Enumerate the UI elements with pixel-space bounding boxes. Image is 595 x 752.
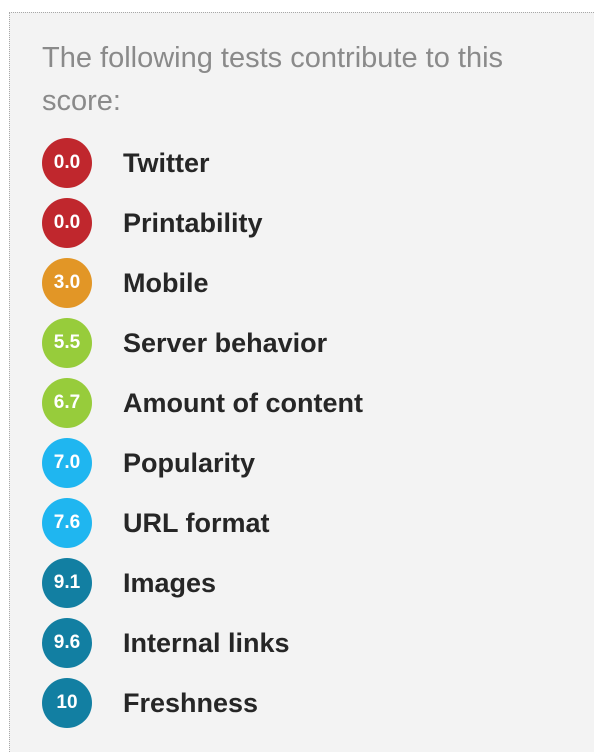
test-item: 3.0 Mobile bbox=[42, 253, 363, 313]
score-badge: 9.6 bbox=[42, 618, 92, 668]
score-badge: 0.0 bbox=[42, 138, 92, 188]
test-label: Popularity bbox=[123, 447, 256, 478]
test-label: Images bbox=[123, 567, 217, 598]
test-label: Printability bbox=[123, 207, 263, 238]
test-label: Mobile bbox=[123, 267, 209, 298]
score-badge: 9.1 bbox=[42, 558, 92, 608]
test-item: 6.7 Amount of content bbox=[42, 373, 363, 433]
score-breakdown-panel: The following tests contribute to this s… bbox=[9, 12, 594, 752]
test-item: 5.5 Server behavior bbox=[42, 313, 363, 373]
score-badge: 0.0 bbox=[42, 198, 92, 248]
test-item: 10 Freshness bbox=[42, 673, 363, 733]
test-label: Internal links bbox=[123, 627, 290, 658]
test-item: 9.6 Internal links bbox=[42, 613, 363, 673]
test-item: 7.6 URL format bbox=[42, 493, 363, 553]
test-item: 9.1 Images bbox=[42, 553, 363, 613]
test-label: Server behavior bbox=[123, 327, 328, 358]
test-label: Freshness bbox=[123, 687, 259, 718]
score-badge: 7.0 bbox=[42, 438, 92, 488]
test-label: Amount of content bbox=[123, 387, 363, 418]
score-badge: 6.7 bbox=[42, 378, 92, 428]
score-badge: 5.5 bbox=[42, 318, 92, 368]
test-list: 0.0 Twitter 0.0 Printability 3.0 Mobile 5.5 Ser… bbox=[42, 133, 363, 733]
test-item: 7.0 Popularity bbox=[42, 433, 363, 493]
test-item: 0.0 Twitter bbox=[42, 133, 363, 193]
score-badge: 7.6 bbox=[42, 498, 92, 548]
intro-text: The following tests contribute to this s… bbox=[42, 42, 504, 117]
test-label: URL format bbox=[123, 507, 270, 538]
score-badge: 3.0 bbox=[42, 258, 92, 308]
score-badge: 10 bbox=[42, 678, 92, 728]
test-label: Twitter bbox=[123, 147, 210, 178]
test-item: 0.0 Printability bbox=[42, 193, 363, 253]
